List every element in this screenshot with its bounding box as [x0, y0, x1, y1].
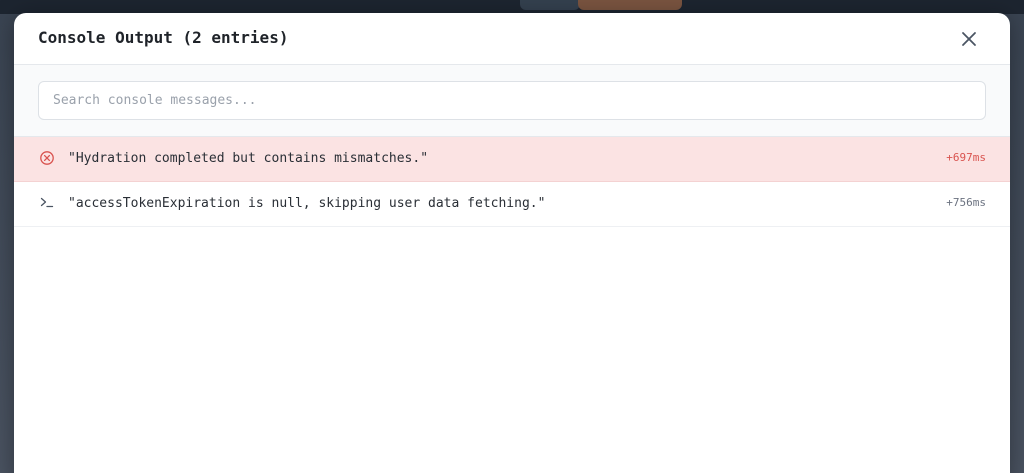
dialog-header: Console Output (2 entries) [14, 13, 1010, 65]
console-log-list: "Hydration completed but contains mismat… [14, 137, 1010, 227]
close-icon [962, 32, 976, 46]
log-entry-error[interactable]: "Hydration completed but contains mismat… [14, 137, 1010, 182]
terminal-prompt-icon [40, 197, 54, 208]
log-timestamp: +697ms [946, 151, 986, 164]
log-timestamp: +756ms [946, 196, 986, 209]
background-element [520, 0, 580, 10]
search-input[interactable] [38, 81, 986, 120]
console-output-dialog: Console Output (2 entries) "Hydration co… [14, 13, 1010, 473]
log-entry[interactable]: "accessTokenExpiration is null, skipping… [14, 182, 1010, 227]
background-element [578, 0, 682, 10]
dialog-title: Console Output (2 entries) [38, 28, 289, 47]
log-message: "Hydration completed but contains mismat… [68, 151, 429, 166]
close-button[interactable] [956, 26, 982, 52]
search-bar [14, 65, 1010, 137]
error-circle-icon [40, 151, 54, 165]
log-message: "accessTokenExpiration is null, skipping… [68, 196, 546, 211]
